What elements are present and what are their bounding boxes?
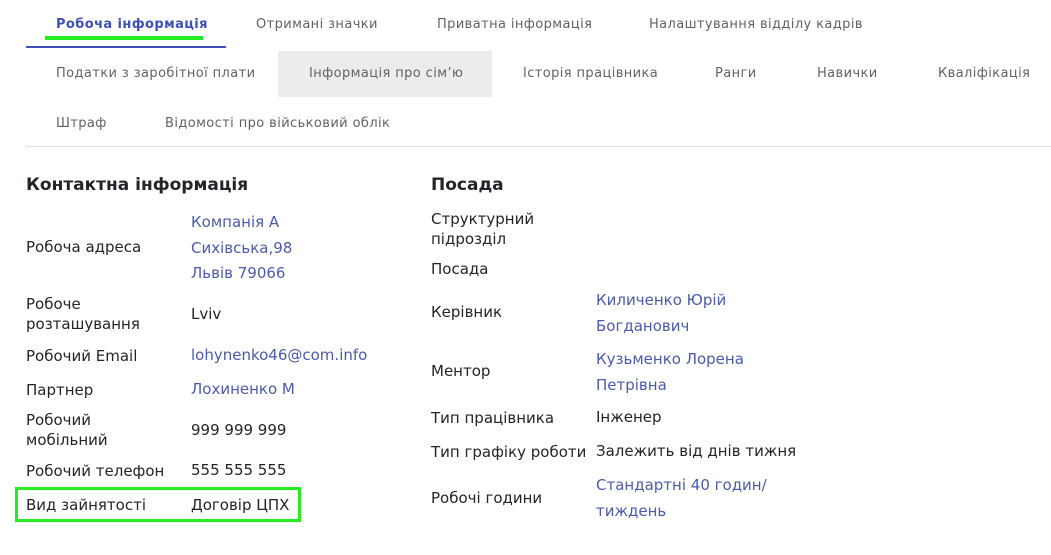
work-email-value[interactable]: lohynenko46@com.info [191,342,367,368]
tab-family-info[interactable]: Інформація про сім’ю [309,66,463,81]
work-location-value: Lviv [191,305,222,323]
manager-line-2[interactable]: Богданович [596,313,689,339]
tab-military-records[interactable]: Відомості про військовий облік [165,116,390,131]
tab-fine[interactable]: Штраф [56,116,107,131]
work-location-label: Робоче розташування [26,295,140,333]
schedule-type-label: Тип графіку роботи [431,443,587,461]
tab-ranks[interactable]: Ранги [715,66,757,81]
manager-label: Керівник [431,303,503,321]
partner-value[interactable]: Лохиненко М [191,376,295,402]
employee-type-label: Тип працівника [431,409,555,427]
partner-label: Партнер [26,381,94,399]
contact-info-title: Контактна інформація [26,175,249,195]
work-phone-label: Робочий телефон [26,462,165,480]
employee-type-value: Інженер [596,408,662,426]
tab-hr-settings[interactable]: Налаштування відділу кадрів [649,17,863,32]
work-address-line-3[interactable]: Львів 79066 [191,260,285,286]
tab-payroll-taxes[interactable]: Податки з заробітної плати [56,66,255,81]
working-hours-line-2[interactable]: тиждень [596,498,666,524]
mentor-line-1[interactable]: Кузьменко Лорена [596,346,744,372]
work-phone-value: 555 555 555 [191,461,287,479]
job-label: Посада [431,260,489,278]
position-title: Посада [431,175,504,195]
work-address-label: Робоча адреса [26,238,142,256]
schedule-type-value: Залежить від днів тижня [596,442,797,460]
tabs-divider [26,146,1051,147]
tab-private-info[interactable]: Приватна інформація [437,17,592,32]
working-hours-label: Робочі години [431,489,543,507]
mentor-line-2[interactable]: Петрівна [596,372,667,398]
tab-received-badges[interactable]: Отримані значки [256,17,378,32]
work-address-line-2[interactable]: Сихівська,98 [191,235,292,261]
work-mobile-label: Робочий мобільний [26,411,108,449]
work-mobile-value: 999 999 999 [191,421,287,439]
tab-qualification[interactable]: Кваліфікація [938,66,1030,81]
tab-work-info[interactable]: Робоча інформація [56,17,208,32]
tab-skills[interactable]: Навички [817,66,878,81]
employment-type-value: Договір ЦПХ [191,496,290,514]
work-address-line-1[interactable]: Компанія A [191,209,279,235]
tab-employee-history[interactable]: Історія працівника [523,66,658,81]
highlight-underline [45,36,203,40]
work-email-label: Робочий Email [26,347,138,365]
manager-line-1[interactable]: Киличенко Юрій [596,287,726,313]
employment-type-label: Вид зайнятості [26,496,146,514]
working-hours-line-1[interactable]: Стандартні 40 годин/ [596,472,767,498]
department-label: Структурний підрозділ [431,210,535,248]
active-tab-underline [26,46,226,48]
mentor-label: Ментор [431,362,491,380]
